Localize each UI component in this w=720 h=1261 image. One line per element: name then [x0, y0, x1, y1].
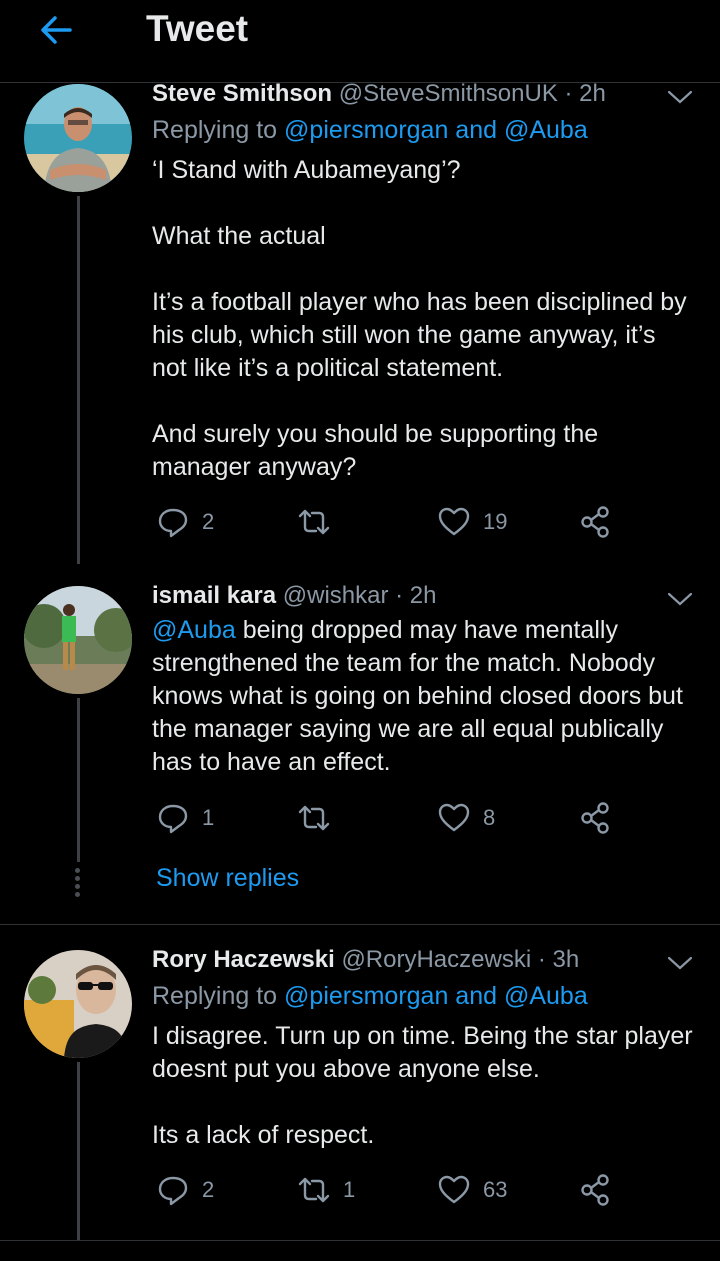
retweet-count: 1 — [343, 1177, 356, 1202]
reply-tweet[interactable]: Steve Smithson @SteveSmithsonUK · 2h Rep… — [0, 80, 720, 564]
arrow-left-icon[interactable] — [36, 10, 76, 50]
thread-line — [77, 1062, 80, 1240]
replying-to: Replying to @piersmorgan and @Auba — [152, 116, 588, 144]
reply-count: 2 — [202, 1177, 215, 1202]
retweet-icon — [298, 805, 330, 831]
heart-icon — [438, 507, 470, 536]
retweet-button[interactable] — [297, 798, 343, 838]
replying-to: Replying to @piersmorgan and @Auba — [152, 982, 588, 1010]
author-name[interactable]: Rory Haczewski — [152, 946, 335, 973]
avatar[interactable] — [24, 84, 132, 192]
retweet-icon — [298, 1177, 330, 1203]
like-button[interactable]: 8 — [437, 798, 495, 838]
share-button[interactable] — [578, 502, 612, 542]
share-button[interactable] — [578, 1170, 612, 1210]
share-icon — [581, 802, 609, 834]
author-line: Rory Haczewski @RoryHaczewski · 3h — [152, 946, 579, 974]
like-count: 19 — [483, 509, 508, 534]
author-name[interactable]: Steve Smithson — [152, 80, 332, 107]
heart-icon — [438, 1175, 470, 1204]
action-bar: 2 1 63 — [152, 1170, 622, 1210]
like-count: 8 — [483, 805, 496, 830]
mention-link[interactable]: @Auba — [152, 616, 236, 644]
share-button[interactable] — [578, 798, 612, 838]
chevron-down-icon[interactable] — [666, 590, 694, 608]
replying-users-link[interactable]: @piersmorgan and @Auba — [284, 116, 588, 144]
chevron-down-icon[interactable] — [666, 88, 694, 106]
page-title: Tweet — [146, 8, 249, 49]
like-button[interactable]: 63 — [437, 1170, 507, 1210]
reply-count: 2 — [202, 509, 215, 534]
reply-count: 1 — [202, 805, 215, 830]
reply-icon — [158, 804, 188, 834]
thread-line — [77, 698, 80, 862]
reply-button[interactable]: 1 — [156, 798, 214, 838]
tweet-text: I disagree. Turn up on time. Being the s… — [152, 1022, 693, 1149]
retweet-icon — [298, 509, 330, 535]
avatar[interactable] — [24, 586, 132, 694]
reply-tweet[interactable]: ismail kara @wishkar · 2h @Auba being dr… — [0, 582, 720, 926]
chevron-down-icon[interactable] — [666, 954, 694, 972]
tweet-text: @Auba being dropped may have mentally st… — [152, 616, 683, 776]
replying-users-link[interactable]: @piersmorgan and @Auba — [284, 982, 588, 1010]
share-icon — [581, 1174, 609, 1206]
divider — [0, 1240, 720, 1241]
divider — [0, 924, 720, 925]
author-name[interactable]: ismail kara — [152, 582, 276, 609]
show-replies-link[interactable]: Show replies — [156, 864, 299, 893]
share-icon — [581, 506, 609, 538]
retweet-button[interactable] — [297, 502, 343, 542]
reply-tweet[interactable]: Rory Haczewski @RoryHaczewski · 3h Reply… — [0, 946, 720, 1240]
author-handle: @wishkar · 2h — [282, 582, 437, 609]
action-bar: 2 19 — [152, 502, 622, 542]
reply-button[interactable]: 2 — [156, 1170, 214, 1210]
author-handle: @SteveSmithsonUK · 2h — [338, 80, 606, 107]
tweet-text: ‘I Stand with Aubameyang’? What the actu… — [152, 156, 687, 481]
action-bar: 1 8 — [152, 798, 622, 838]
reply-button[interactable]: 2 — [156, 502, 214, 542]
retweet-button[interactable]: 1 — [297, 1170, 355, 1210]
more-replies-dots — [75, 868, 81, 900]
heart-icon — [438, 803, 470, 832]
thread-line — [77, 196, 80, 564]
like-count: 63 — [483, 1177, 508, 1202]
author-handle: @RoryHaczewski · 3h — [341, 946, 580, 973]
reply-icon — [158, 1176, 188, 1206]
avatar[interactable] — [24, 950, 132, 1058]
reply-icon — [158, 508, 188, 538]
top-bar: Tweet — [0, 0, 720, 83]
like-button[interactable]: 19 — [437, 502, 507, 542]
author-line: ismail kara @wishkar · 2h — [152, 582, 437, 610]
author-line: Steve Smithson @SteveSmithsonUK · 2h — [152, 80, 606, 108]
